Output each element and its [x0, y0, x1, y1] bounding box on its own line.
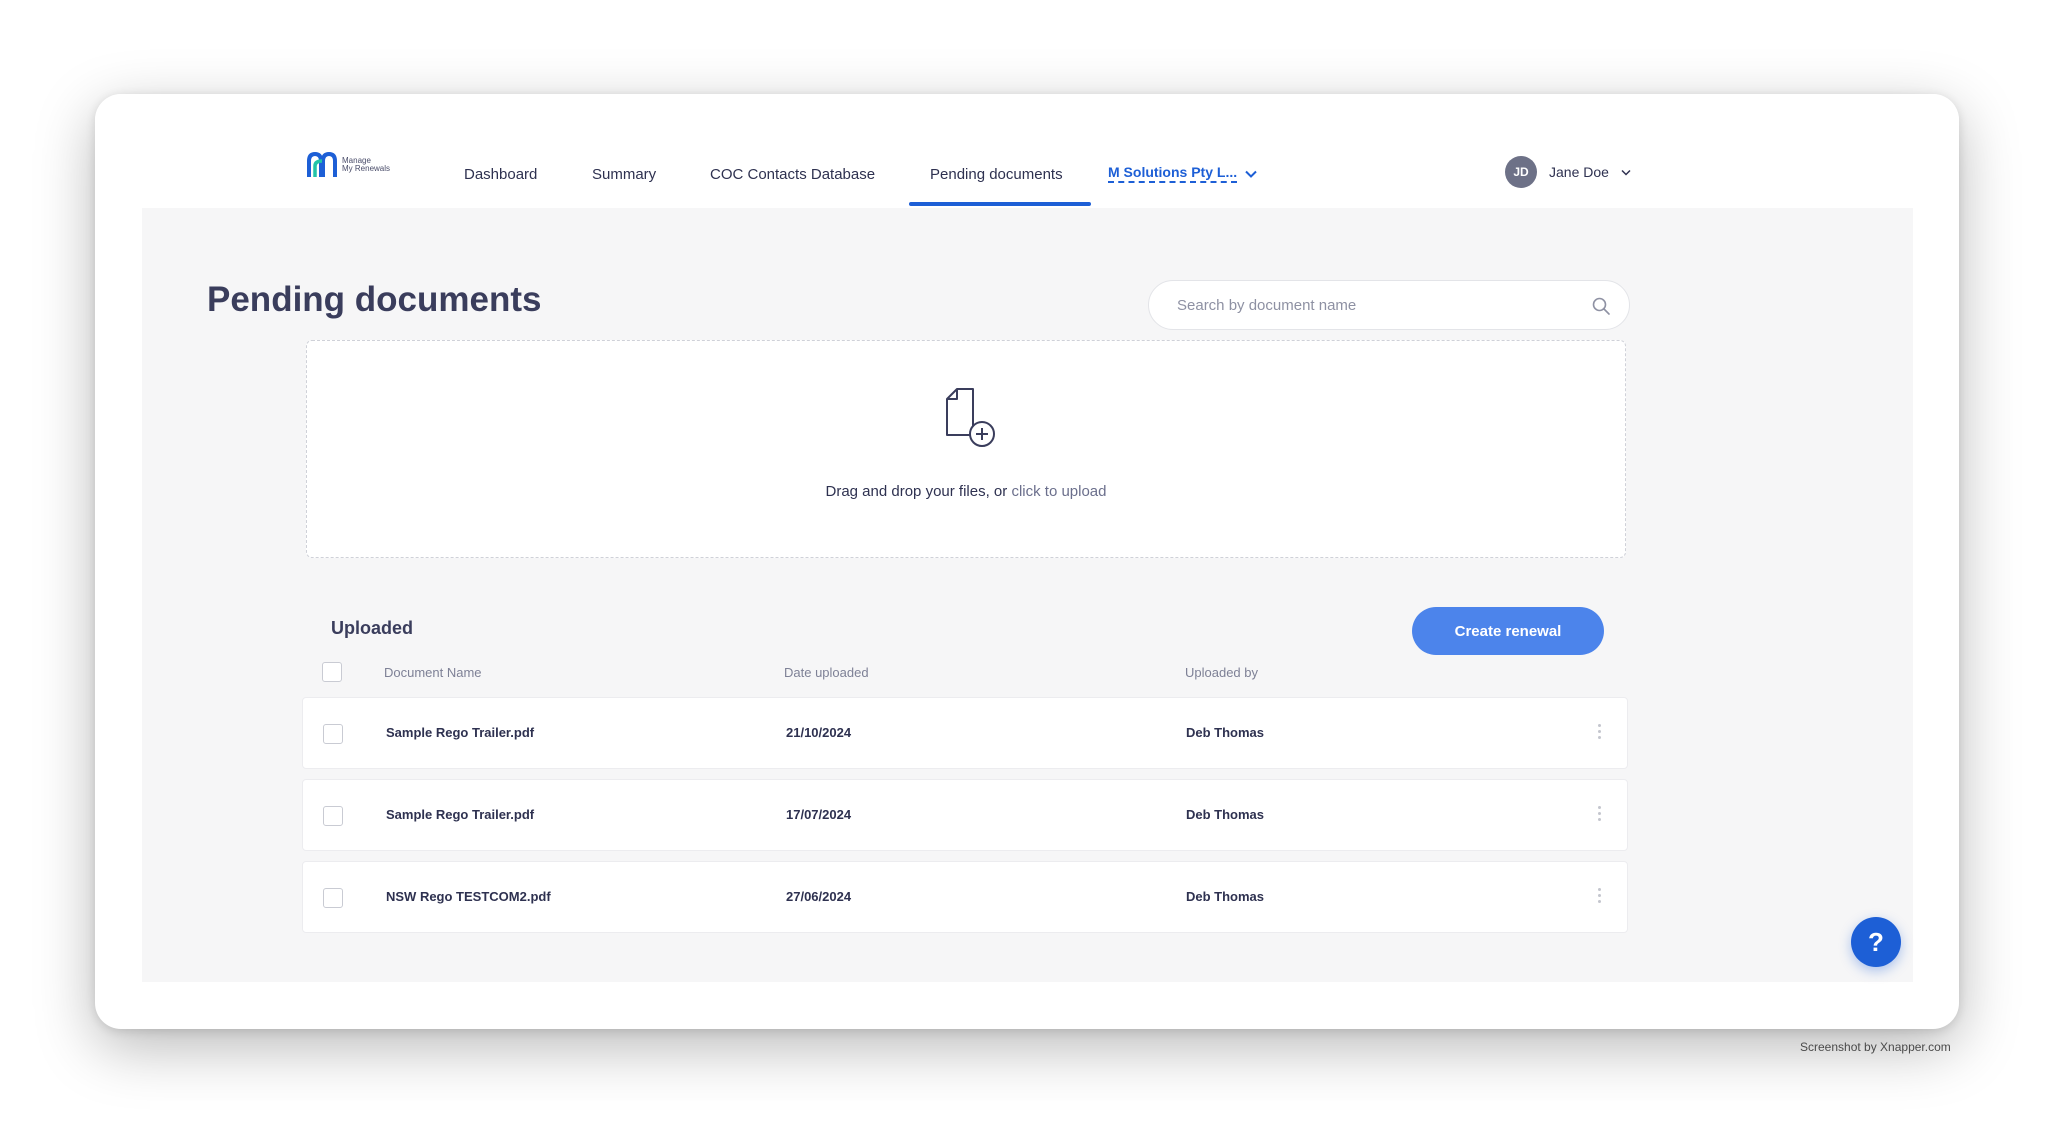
dropzone-text: Drag and drop your files, or click to up…	[307, 483, 1625, 500]
search-box	[1148, 280, 1630, 330]
watermark: Screenshot by Xnapper.com	[1800, 1040, 1951, 1054]
document-name-cell[interactable]: NSW Rego TESTCOM2.pdf	[386, 889, 551, 904]
date-uploaded-cell: 17/07/2024	[786, 807, 852, 822]
nav-dashboard[interactable]: Dashboard	[464, 166, 537, 183]
more-options-icon[interactable]	[1593, 722, 1605, 746]
column-header-document-name[interactable]: Document Name	[384, 665, 482, 680]
chevron-down-icon	[1621, 169, 1631, 176]
column-header-date-uploaded[interactable]: Date uploaded	[784, 665, 869, 680]
table-row[interactable]: Sample Rego Trailer.pdf 17/07/2024 Deb T…	[302, 779, 1628, 851]
table-row[interactable]: NSW Rego TESTCOM2.pdf 27/06/2024 Deb Tho…	[302, 861, 1628, 933]
row-checkbox[interactable]	[323, 888, 343, 908]
search-icon[interactable]	[1591, 296, 1611, 316]
nav-summary[interactable]: Summary	[592, 166, 656, 183]
organization-select[interactable]: M Solutions Pty L...	[1108, 164, 1257, 183]
create-renewal-button[interactable]: Create renewal	[1412, 607, 1604, 655]
column-header-uploaded-by[interactable]: Uploaded by	[1185, 665, 1258, 680]
date-uploaded-cell: 27/06/2024	[786, 889, 852, 904]
organization-select-value: M Solutions Pty L...	[1108, 164, 1238, 183]
uploaded-section-title: Uploaded	[331, 618, 414, 638]
row-checkbox[interactable]	[323, 724, 343, 744]
document-name-cell[interactable]: Sample Rego Trailer.pdf	[386, 807, 534, 822]
select-all-checkbox[interactable]	[322, 662, 342, 682]
table-row[interactable]: Sample Rego Trailer.pdf 21/10/2024 Deb T…	[302, 697, 1628, 769]
file-dropzone[interactable]: Drag and drop your files, or click to up…	[306, 340, 1626, 558]
file-add-icon	[946, 388, 995, 447]
click-to-upload-link[interactable]: click to upload	[1011, 483, 1106, 500]
dropzone-instructions: Drag and drop your files, or	[825, 483, 1012, 500]
logo-text-line-2: My Renewals	[342, 164, 391, 173]
page-title: Pending documents	[207, 280, 542, 319]
active-tab-indicator	[909, 202, 1091, 206]
user-name: Jane Doe	[1549, 164, 1609, 180]
row-checkbox[interactable]	[323, 806, 343, 826]
help-button[interactable]: ?	[1851, 917, 1901, 967]
uploaded-by-cell: Deb Thomas	[1186, 807, 1265, 822]
top-navbar: Manage My Renewals Dashboard Summary COC…	[95, 94, 1959, 208]
nav-pending-documents[interactable]: Pending documents	[930, 166, 1063, 183]
logo-text: Manage My Renewals	[342, 157, 390, 173]
chevron-down-icon	[1245, 170, 1257, 178]
avatar: JD	[1505, 156, 1537, 188]
uploaded-by-cell: Deb Thomas	[1186, 889, 1265, 904]
document-name-cell[interactable]: Sample Rego Trailer.pdf	[386, 725, 534, 740]
logo-mark-icon	[307, 152, 337, 177]
search-input[interactable]	[1175, 281, 1575, 329]
uploaded-by-cell: Deb Thomas	[1186, 725, 1265, 740]
date-uploaded-cell: 21/10/2024	[786, 725, 852, 740]
more-options-icon[interactable]	[1593, 886, 1605, 910]
app-logo[interactable]: Manage My Renewals	[307, 152, 390, 178]
nav-coc-contacts-database[interactable]: COC Contacts Database	[710, 166, 875, 183]
more-options-icon[interactable]	[1593, 804, 1605, 828]
user-menu[interactable]: JD Jane Doe	[1505, 156, 1631, 188]
